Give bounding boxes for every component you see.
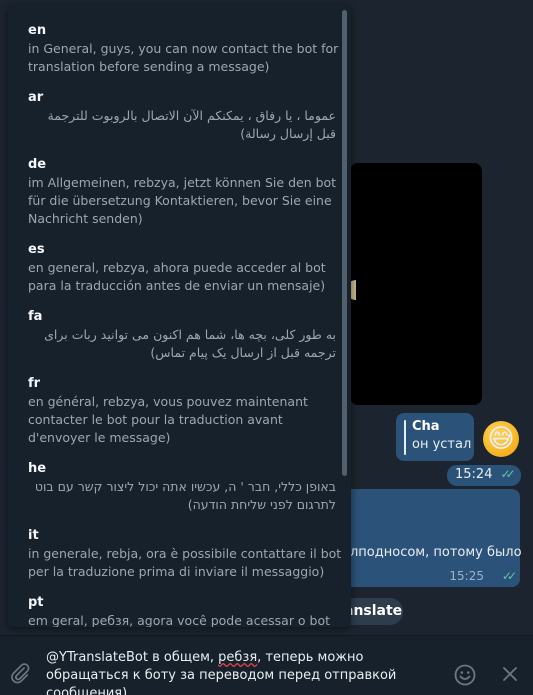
- reply-text: он устал: [412, 437, 472, 452]
- lang-text: in generale, rebja, ora è possibile cont…: [28, 546, 342, 579]
- lang-code: en: [28, 23, 47, 38]
- message-input[interactable]: @YTranslateBot в общем, ребзя, теперь мо…: [46, 649, 446, 695]
- translation-item-fr[interactable]: fr en général, rebzya, vous pouvez maint…: [28, 375, 346, 447]
- input-text-start: @YTranslateBot в общем,: [46, 650, 219, 665]
- message-time-chip: 15:24 ✓✓: [447, 465, 521, 486]
- translation-item-ar[interactable]: ar عموما ، يا رفاق ، يمكنكم الآن الاتصال…: [28, 89, 346, 143]
- lang-text: عموما ، يا رفاق ، يمكنكم الآن الاتصال با…: [47, 108, 336, 141]
- lang-code: de: [28, 157, 47, 172]
- lang-code: pt: [28, 595, 44, 610]
- lang-text: באופן כללי, חבר ' ה, עכשיו אתה יכול ליצו…: [34, 479, 336, 512]
- translation-item-it[interactable]: it in generale, rebja, ora è possibile c…: [28, 527, 346, 581]
- lang-text: em geral, ребзя, agora você pode acessar…: [28, 613, 331, 627]
- message-bubble[interactable]: лподносом, потому было 15:25 ✓✓: [338, 489, 522, 587]
- translation-item-pt[interactable]: pt em geral, ребзя, agora você pode aces…: [28, 594, 346, 627]
- translation-item-es[interactable]: es en general, rebzya, ahora puede acced…: [28, 241, 346, 295]
- lang-code: fr: [28, 376, 41, 391]
- lang-text: به طور کلی، بچه ها، شما هم اکنون می توان…: [44, 327, 336, 360]
- lang-text: en general, rebzya, ahora puede acceder …: [28, 260, 326, 293]
- message-time: 15:24: [455, 467, 493, 482]
- reply-author: Cha: [412, 419, 440, 434]
- translation-item-de[interactable]: de im Allgemeinen, rebzya, jetzt können …: [28, 156, 346, 228]
- message-text: лподносом, потому было: [350, 545, 522, 560]
- message-input-bar: @YTranslateBot в общем, ребзя, теперь мо…: [0, 635, 533, 695]
- translation-item-en[interactable]: en in General, guys, you can now contact…: [28, 22, 346, 76]
- lang-text: im Allgemeinen, rebzya, jetzt können Sie…: [28, 175, 337, 226]
- read-check-icon: ✓✓: [500, 467, 515, 481]
- lang-code: he: [28, 461, 47, 476]
- reply-bar: [404, 420, 406, 455]
- popup-scrollbar[interactable]: [342, 10, 347, 476]
- sweat-smile-emoji: 😅: [483, 421, 519, 457]
- media-preview[interactable]: [350, 163, 482, 405]
- lang-code: fa: [28, 309, 43, 324]
- translate-button-label: anslate: [344, 603, 403, 619]
- lang-text: in General, guys, you can now contact th…: [28, 41, 339, 74]
- paperclip-icon[interactable]: [9, 662, 31, 684]
- translation-popup[interactable]: en in General, guys, you can now contact…: [8, 5, 351, 627]
- smile-icon[interactable]: [453, 663, 477, 687]
- read-check-icon: ✓✓: [501, 569, 517, 583]
- message-time: 15:25: [449, 569, 484, 583]
- lang-text: en général, rebzya, vous pouvez maintena…: [28, 394, 308, 445]
- misspelled-word: ребзя: [218, 650, 258, 665]
- translation-item-fa[interactable]: fa به طور کلی، بچه ها، شما هم اکنون می ت…: [28, 308, 346, 362]
- close-icon[interactable]: [502, 666, 518, 682]
- lang-code: ar: [28, 90, 44, 105]
- reply-bubble[interactable]: Cha он устал: [396, 413, 474, 461]
- translation-item-he[interactable]: he באופן כללי, חבר ' ה, עכשיו אתה יכול ל…: [28, 460, 346, 514]
- lang-code: es: [28, 242, 45, 257]
- lang-code: it: [28, 528, 39, 543]
